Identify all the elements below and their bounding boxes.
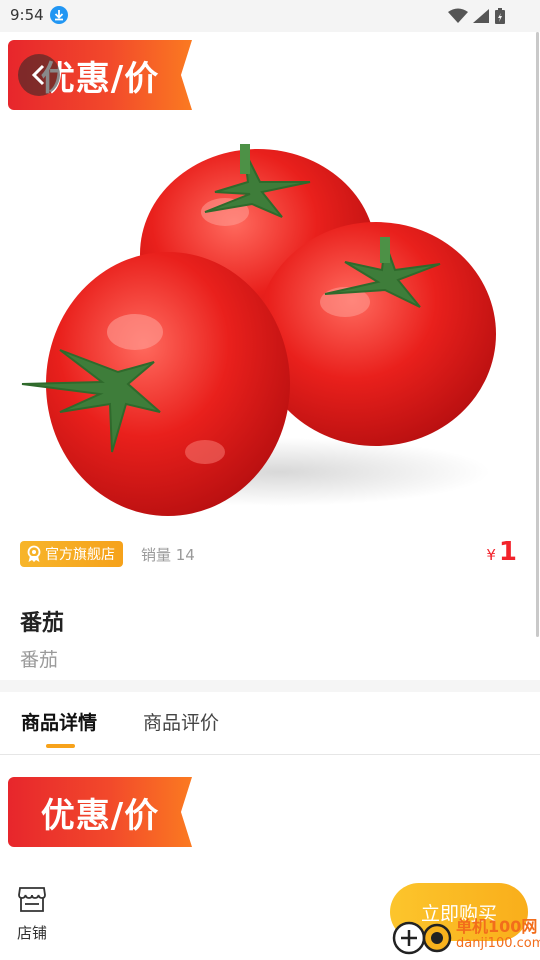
detail-tabs: 商品详情 商品评价 — [0, 692, 540, 755]
section-divider — [0, 680, 540, 692]
status-icons — [448, 7, 506, 25]
product-subtitle: 番茄 — [20, 649, 59, 671]
active-tab-indicator — [46, 744, 75, 748]
badge-icon — [27, 545, 41, 562]
price-value: 1 — [498, 537, 517, 567]
tab-product-details[interactable]: 商品详情 — [21, 708, 97, 735]
watermark-text: 单机100网 danji100.com — [456, 918, 540, 952]
product-image: 优惠/价 — [0, 32, 540, 520]
status-time: 9:54 — [10, 6, 44, 24]
sales-count: 销量 14 — [141, 546, 195, 564]
detail-promo-banner: 优惠/价 — [8, 777, 192, 847]
store-icon — [18, 887, 46, 912]
battery-icon — [495, 8, 505, 24]
shop-button[interactable]: 店铺 — [12, 884, 52, 943]
store-badge-label: 官方旗舰店 — [45, 547, 115, 563]
store-badge[interactable]: 官方旗舰店 — [20, 541, 123, 567]
watermark-title: 单机100网 — [456, 917, 538, 936]
product-meta: 官方旗舰店 销量 14 ¥ 1 — [20, 537, 520, 569]
status-bar: 9:54 — [0, 0, 540, 32]
signal-icon — [473, 9, 489, 23]
scrollbar[interactable] — [536, 32, 539, 637]
watermark-logo — [392, 920, 452, 956]
download-icon — [50, 6, 68, 24]
currency-symbol: ¥ — [486, 546, 496, 564]
price: ¥ 1 — [486, 537, 517, 567]
watermark-sub: danji100.com — [456, 936, 540, 951]
product-title: 番茄 — [20, 611, 65, 636]
tab-product-reviews[interactable]: 商品评价 — [143, 708, 219, 735]
shop-label: 店铺 — [16, 924, 47, 942]
back-button[interactable] — [18, 54, 60, 96]
back-arrow-icon — [31, 64, 45, 86]
wifi-icon — [448, 8, 468, 23]
